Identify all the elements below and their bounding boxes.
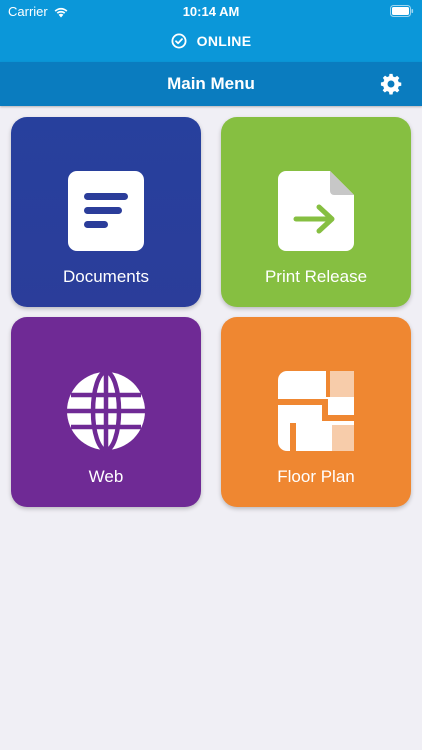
floor-plan-label: Floor Plan (277, 467, 355, 486)
connection-status-label: ONLINE (196, 33, 252, 49)
globe-icon (67, 369, 145, 453)
settings-gear-icon[interactable] (380, 73, 402, 95)
top-header: Carrier 10:14 AM ONLINE (0, 0, 422, 62)
floor-plan-tile[interactable]: Floor Plan (221, 317, 411, 507)
print-release-label: Print Release (264, 267, 368, 286)
web-label: Web (88, 467, 124, 486)
print-release-tile[interactable]: Print Release (221, 117, 411, 307)
battery-icon (390, 5, 414, 17)
status-time: 10:14 AM (182, 4, 240, 19)
status-bar: Carrier 10:14 AM (0, 0, 422, 24)
check-circle-icon (171, 33, 187, 49)
floor-plan-icon (278, 371, 354, 451)
documents-tile[interactable]: Documents (11, 117, 201, 307)
nav-bar: Main Menu (0, 62, 422, 106)
documents-label: Documents (63, 267, 149, 286)
web-tile[interactable]: Web (11, 317, 201, 507)
connection-status: ONLINE (0, 30, 422, 52)
print-release-icon (278, 171, 354, 251)
documents-icon (68, 171, 144, 251)
page-title: Main Menu (167, 74, 255, 93)
